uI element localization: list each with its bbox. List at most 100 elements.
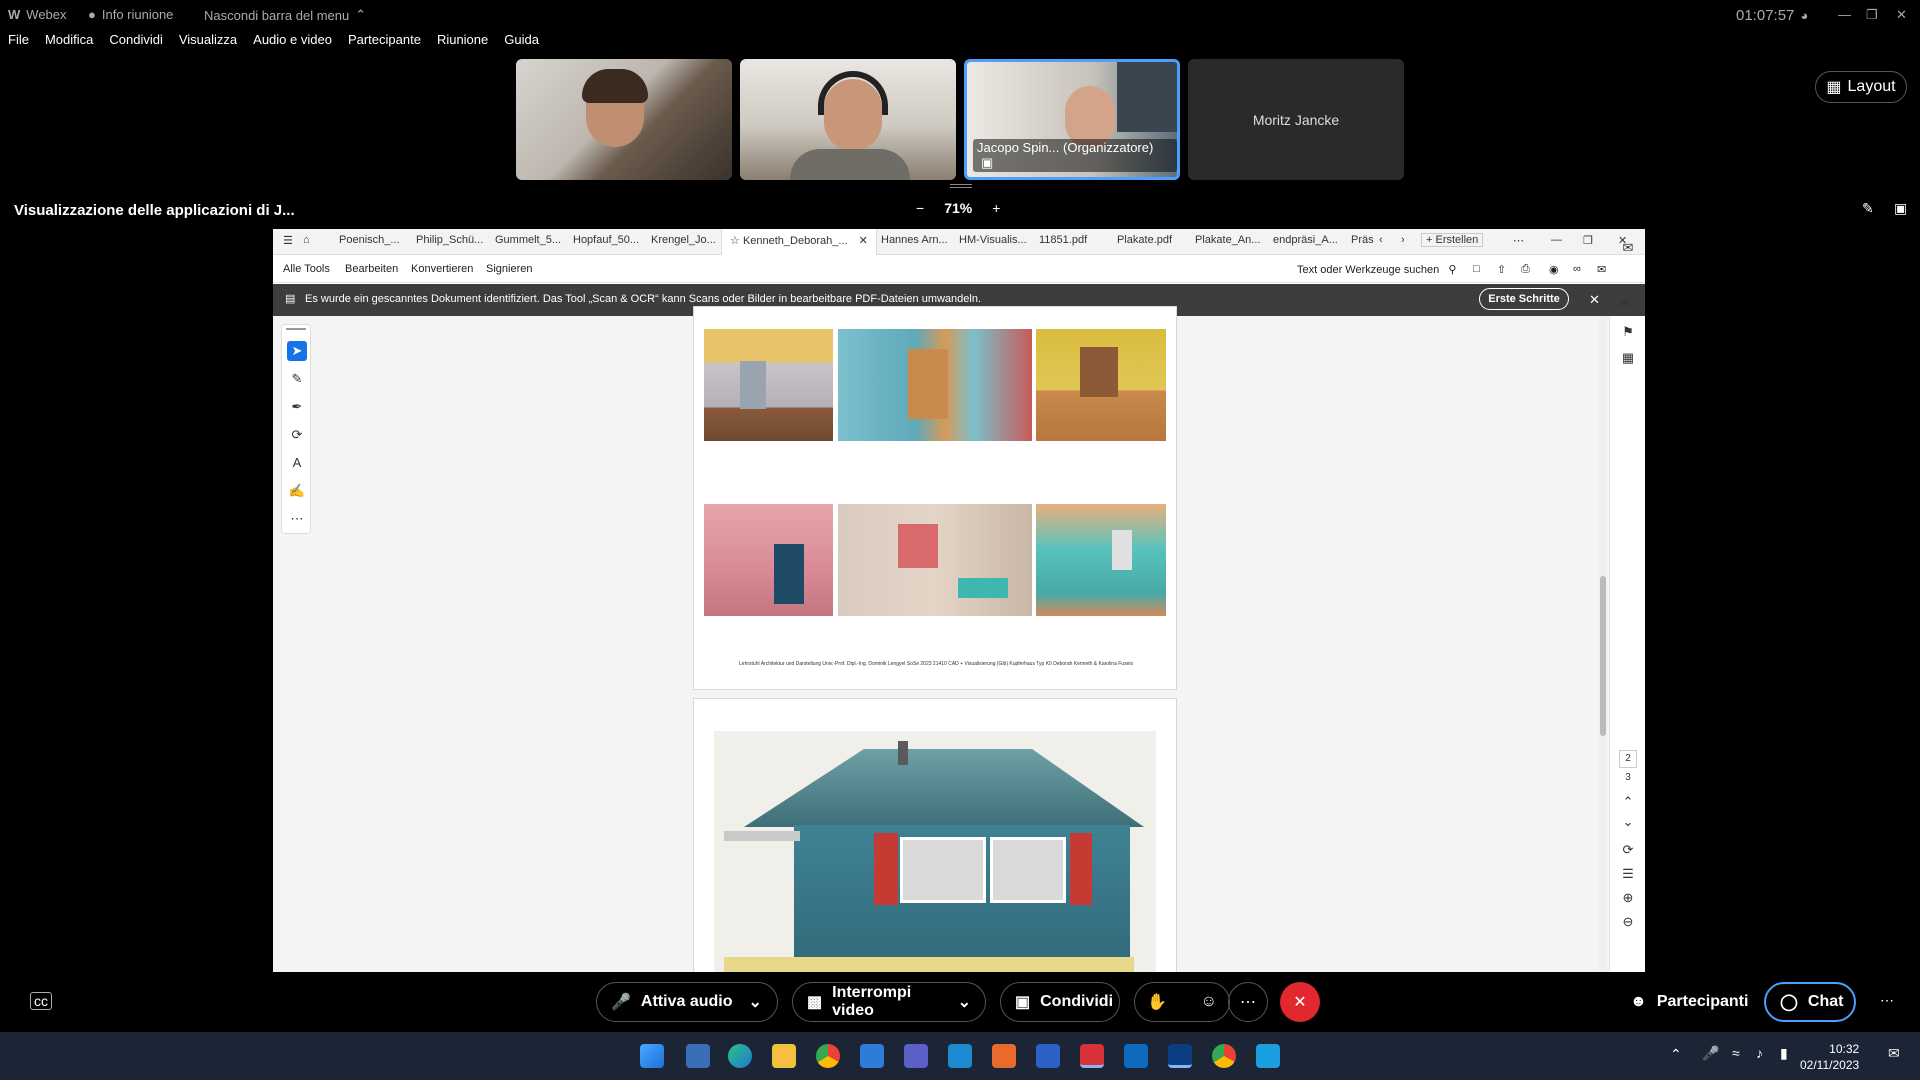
tab-document[interactable]: Gummelt_5...	[495, 234, 561, 246]
webex-app-icon[interactable]	[1168, 1044, 1192, 1068]
scrollbar-thumb[interactable]	[1600, 576, 1606, 736]
menu-modifica[interactable]: Modifica	[45, 32, 93, 54]
tab-document[interactable]: Hannes Arn...	[881, 234, 948, 246]
stop-video-button[interactable]: ▩ Interrompi video ⌄	[792, 982, 986, 1022]
highlight-pen-icon[interactable]: ✒	[287, 397, 307, 417]
office-app-icon[interactable]	[992, 1044, 1016, 1068]
menu-visualizza[interactable]: Visualizza	[179, 32, 237, 54]
start-menu-icon[interactable]	[640, 1044, 664, 1068]
acrobat-app-icon[interactable]	[1080, 1044, 1104, 1068]
more-options-button[interactable]: ⋯	[1228, 982, 1268, 1022]
wifi-icon[interactable]: ≈	[1732, 1045, 1740, 1061]
captions-icon[interactable]: cc	[30, 992, 52, 1010]
participant-video-3[interactable]: Jacopo Spin... (Organizzatore) ▣	[964, 59, 1180, 180]
thumbnails-icon[interactable]: ▦	[1619, 350, 1637, 368]
outlook-app-icon[interactable]	[1124, 1044, 1148, 1068]
raise-hand-icon[interactable]: ✋	[1147, 992, 1167, 1012]
lasso-icon[interactable]: ⟳	[287, 425, 307, 445]
menu-guida[interactable]: Guida	[504, 32, 539, 54]
upload-icon[interactable]: ⇧	[1497, 263, 1506, 276]
get-started-button[interactable]: Erste Schritte	[1479, 288, 1569, 310]
zoom-out-icon[interactable]: ⊖	[1619, 914, 1637, 932]
tab-document-active[interactable]: ☆ Kenneth_Deborah_... ✕	[721, 229, 877, 255]
layout-button[interactable]: ▦ Layout	[1815, 71, 1907, 103]
create-button[interactable]: + Erstellen	[1421, 233, 1484, 247]
battery-icon[interactable]: ▮	[1780, 1045, 1788, 1062]
document-viewport[interactable]: ➤ ✎ ✒ ⟳ A ✍ ⋯ Lehrstuhl Architektur und …	[273, 240, 1645, 972]
share-icon[interactable]: ◉	[1549, 263, 1559, 276]
tab-document[interactable]: HM-Visualis...	[959, 234, 1027, 246]
share-button[interactable]: ▣ Condividi	[1000, 982, 1120, 1022]
tab-document[interactable]: Präs	[1351, 234, 1374, 246]
zoom-in-icon[interactable]: ⊕	[1619, 890, 1637, 908]
more-options-icon[interactable]: ⋯	[1513, 234, 1524, 247]
chevron-down-icon[interactable]: ⌄	[748, 992, 761, 1012]
photos-app-icon[interactable]	[686, 1044, 710, 1068]
tab-scroll-right-icon[interactable]: ›	[1401, 234, 1405, 246]
notifications-icon[interactable]: ✉	[1888, 1045, 1900, 1062]
volume-icon[interactable]: ♪	[1756, 1045, 1763, 1061]
menu-signieren[interactable]: Signieren	[486, 263, 532, 275]
select-cursor-icon[interactable]: ➤	[287, 341, 307, 361]
file-explorer-icon[interactable]	[772, 1044, 796, 1068]
notepad-app-icon[interactable]	[1256, 1044, 1280, 1068]
tab-document[interactable]: Plakate.pdf	[1117, 234, 1172, 246]
close-window-button[interactable]: ✕	[1896, 7, 1907, 23]
chevron-down-icon[interactable]: ⌄	[958, 992, 971, 1012]
hide-menu-button[interactable]: Nascondi barra del menu ⌃	[204, 7, 366, 23]
zoom-in-button[interactable]: +	[992, 200, 1000, 216]
page-down-icon[interactable]: ⌄	[1619, 814, 1637, 832]
tab-document[interactable]: 11851.pdf	[1039, 234, 1087, 246]
rotate-icon[interactable]: ⟳	[1619, 842, 1637, 860]
participant-video-4[interactable]: Moritz Jancke	[1188, 59, 1404, 180]
annotate-icon[interactable]: ✎	[1862, 200, 1874, 217]
resize-handle[interactable]	[950, 184, 972, 188]
bookmarks-icon[interactable]: ⚑	[1619, 324, 1637, 342]
participants-button[interactable]: ☻ Partecipanti	[1616, 982, 1764, 1022]
tab-document[interactable]: Plakate_An...	[1195, 234, 1260, 246]
comments-panel-icon[interactable]: ✉	[1619, 240, 1637, 258]
unmute-button[interactable]: 🎤 Attiva audio ⌄	[596, 982, 778, 1022]
menu-riunione[interactable]: Riunione	[437, 32, 488, 54]
vscode-icon[interactable]	[948, 1044, 972, 1068]
scroll-mode-icon[interactable]: ☰	[1619, 866, 1637, 884]
meeting-info-button[interactable]: ● Info riunione	[88, 7, 173, 22]
text-box-icon[interactable]: A	[287, 453, 307, 473]
tray-overflow-icon[interactable]: ⌃	[1670, 1046, 1682, 1063]
reaction-emoji-icon[interactable]: ☺	[1201, 993, 1217, 1011]
mail-app-icon[interactable]	[860, 1044, 884, 1068]
tab-document[interactable]: Hopfauf_50...	[573, 234, 639, 246]
restore-button[interactable]: ❐	[1866, 7, 1878, 23]
mail-icon[interactable]: ✉	[1597, 263, 1606, 276]
link-icon[interactable]: ∞	[1573, 263, 1581, 275]
edge-browser-icon[interactable]	[728, 1044, 752, 1068]
menu-konvertieren[interactable]: Konvertieren	[411, 263, 473, 275]
restore-icon[interactable]: ❐	[1583, 234, 1593, 247]
leave-meeting-button[interactable]: ✕	[1280, 982, 1320, 1022]
save-icon[interactable]: □	[1473, 263, 1480, 275]
sign-icon[interactable]: ✍	[287, 481, 307, 501]
menu-partecipante[interactable]: Partecipante	[348, 32, 421, 54]
more-panels-icon[interactable]: ⋯	[1880, 992, 1894, 1009]
menu-file[interactable]: File	[8, 32, 29, 54]
teams-app-icon[interactable]	[904, 1044, 928, 1068]
tab-document[interactable]: Philip_Schü...	[416, 234, 483, 246]
menu-audio-video[interactable]: Audio e video	[253, 32, 332, 54]
close-banner-icon[interactable]: ✕	[1589, 292, 1600, 308]
menu-condividi[interactable]: Condividi	[109, 32, 162, 54]
print-icon[interactable]: ⎙	[1521, 263, 1530, 276]
current-page-indicator[interactable]: 2	[1619, 750, 1637, 768]
chrome-browser-icon[interactable]	[816, 1044, 840, 1068]
mic-muted-tray-icon[interactable]: 🎤	[1702, 1045, 1719, 1062]
zoom-out-button[interactable]: −	[916, 200, 924, 216]
system-clock[interactable]: 10:32 02/11/2023	[1800, 1041, 1859, 1073]
tool-search-field[interactable]: Text oder Werkzeuge suchen ⚲	[1297, 263, 1456, 276]
chrome-profile-icon[interactable]	[1212, 1044, 1236, 1068]
tab-document[interactable]: Poenisch_...	[339, 234, 400, 246]
calendar-app-icon[interactable]	[1036, 1044, 1060, 1068]
comment-icon[interactable]: ✎	[287, 369, 307, 389]
tab-document[interactable]: endpräsi_A...	[1273, 234, 1338, 246]
comment-tool-icon[interactable]: ✉	[1619, 295, 1630, 311]
page-up-icon[interactable]: ⌃	[1619, 794, 1637, 812]
hamburger-menu-icon[interactable]: ☰	[283, 234, 293, 247]
